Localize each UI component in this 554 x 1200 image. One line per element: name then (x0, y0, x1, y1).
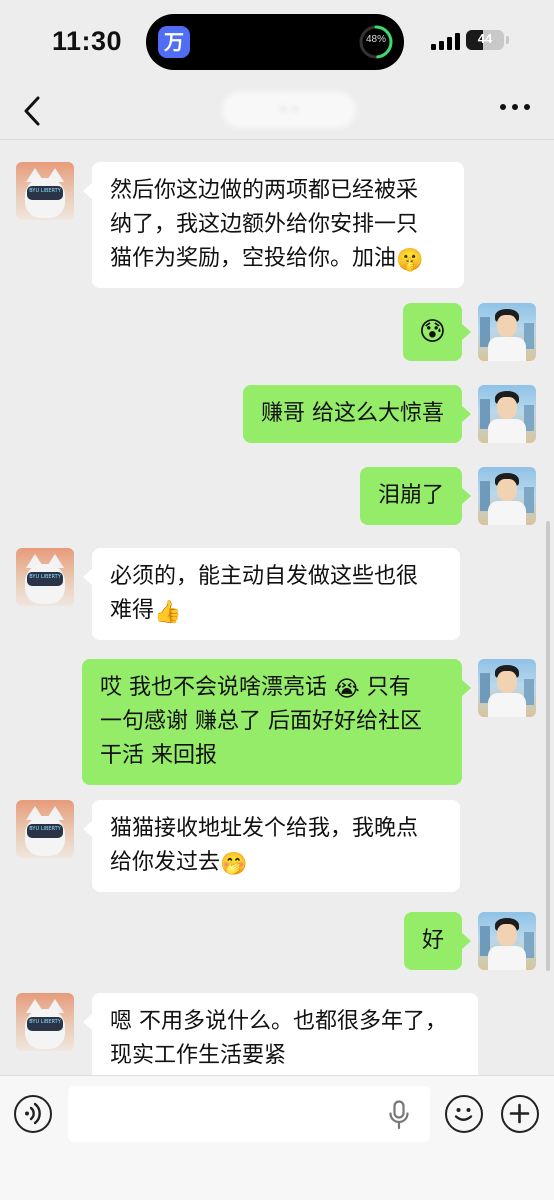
message-text: 难得 (110, 598, 155, 623)
island-percent: 48% (365, 34, 386, 45)
avatar[interactable]: BYU LIBERTY (16, 548, 74, 606)
message-text: 必须的，能主动自发做这些也很 (110, 564, 419, 589)
chat-title: · · (222, 92, 356, 128)
message-row: BYU LIBERTY 必须的，能主动自发做这些也很 难得👍 (0, 548, 554, 640)
avatar-label: BYU LIBERTY (29, 188, 61, 194)
message-text: 猫作为奖励，空投给你。加油 (110, 246, 397, 271)
avatar[interactable] (478, 303, 536, 361)
message-text: 泪崩了 (377, 483, 444, 508)
message-text: 只有 (366, 675, 411, 700)
message-bubble[interactable]: 😰 (402, 303, 472, 361)
message-input[interactable] (68, 1086, 430, 1142)
avatar[interactable] (478, 385, 536, 443)
message-bubble[interactable]: 赚哥 给这么大惊喜 (243, 385, 471, 443)
message-bubble[interactable]: 猫猫接收地址发个给我，我晚点 给你发过去🤭 (83, 800, 460, 892)
message-text: 哎 我也不会说啥漂亮话 (100, 675, 327, 700)
avatar[interactable]: BYU LIBERTY (16, 162, 74, 220)
message-bubble[interactable]: 必须的，能主动自发做这些也很 难得👍 (83, 548, 460, 640)
voice-icon[interactable] (14, 1095, 52, 1133)
voice-waves-icon (25, 1102, 41, 1125)
avatar-label: BYU LIBERTY (29, 1019, 61, 1025)
message-text: 好 (421, 928, 444, 953)
message-row: 哎 我也不会说啥漂亮话 😭 只有 一句感谢 赚总了 后面好好给社区 干活 来回报 (0, 659, 554, 785)
message-text: 嗯 不用多说什么。也都很多年了， (110, 1009, 447, 1034)
avatar[interactable]: BYU LIBERTY (16, 800, 74, 858)
message-bubble[interactable]: 嗯 不用多说什么。也都很多年了， 现实工作生活要紧 (83, 993, 478, 1075)
avatar-label: BYU LIBERTY (29, 826, 61, 832)
emoji: 🤫 (396, 248, 424, 273)
dynamic-island[interactable]: 万 48% (146, 14, 404, 70)
message-row: 😰 (0, 303, 554, 361)
smiley-icon (454, 1108, 473, 1121)
message-bubble[interactable]: 泪崩了 (359, 467, 472, 525)
scrollbar[interactable] (546, 521, 550, 971)
message-text: 然后你这边做的两项都已经被采 (110, 178, 419, 203)
emoji-icon[interactable] (445, 1095, 483, 1133)
avatar[interactable] (478, 912, 536, 970)
status-bar: 11:30 万 48% 44 (0, 0, 554, 84)
island-app-icon[interactable]: 万 (158, 26, 190, 58)
avatar-label: BYU LIBERTY (29, 574, 61, 580)
message-row: 好 (0, 912, 554, 970)
avatar[interactable] (478, 467, 536, 525)
emoji: 😭 (334, 677, 360, 702)
message-row: 泪崩了 (0, 467, 554, 525)
chat-messages[interactable]: BYU LIBERTY 然后你这边做的两项都已经被采 纳了，我这边额外给你安排一… (0, 141, 554, 1075)
message-row: 赚哥 给这么大惊喜 (0, 385, 554, 443)
message-text: 一句感谢 赚总了 后面好好给社区 (100, 709, 422, 734)
message-text: 现实工作生活要紧 (110, 1043, 287, 1068)
avatar[interactable]: BYU LIBERTY (16, 993, 74, 1051)
emoji: 👍 (154, 600, 182, 625)
message-bubble[interactable]: 好 (403, 912, 472, 970)
message-text: 给你发过去 (110, 850, 221, 875)
input-bar (0, 1075, 554, 1200)
message-text: 干活 来回报 (100, 743, 217, 768)
emoji: 🤭 (220, 852, 248, 877)
chat-header: · · (0, 84, 554, 140)
chevron-left-icon[interactable] (18, 94, 46, 128)
emoji: 😰 (418, 317, 446, 347)
clock: 11:30 (52, 26, 123, 56)
message-row: BYU LIBERTY 然后你这边做的两项都已经被采 纳了，我这边额外给你安排一… (0, 162, 554, 288)
battery-icon: 44 (466, 30, 504, 50)
more-dots-icon[interactable] (500, 102, 530, 112)
message-text: 赚哥 给这么大惊喜 (261, 401, 444, 426)
mic-icon[interactable] (388, 1100, 410, 1130)
plus-icon (509, 1103, 530, 1124)
message-bubble[interactable]: 哎 我也不会说啥漂亮话 😭 只有 一句感谢 赚总了 后面好好给社区 干活 来回报 (82, 659, 471, 785)
message-text: 纳了，我这边额外给你安排一只 (110, 212, 419, 237)
add-icon[interactable] (501, 1095, 539, 1133)
avatar[interactable] (478, 659, 536, 717)
message-row: BYU LIBERTY 猫猫接收地址发个给我，我晚点 给你发过去🤭 (0, 800, 554, 892)
battery-cap (506, 36, 509, 44)
message-text: 猫猫接收地址发个给我，我晚点 (110, 816, 419, 841)
message-bubble[interactable]: 然后你这边做的两项都已经被采 纳了，我这边额外给你安排一只 猫作为奖励，空投给你… (83, 162, 464, 288)
battery-level: 44 (477, 31, 493, 46)
signal-icon (431, 32, 461, 50)
message-row: BYU LIBERTY 嗯 不用多说什么。也都很多年了， 现实工作生活要紧 (0, 993, 554, 1075)
